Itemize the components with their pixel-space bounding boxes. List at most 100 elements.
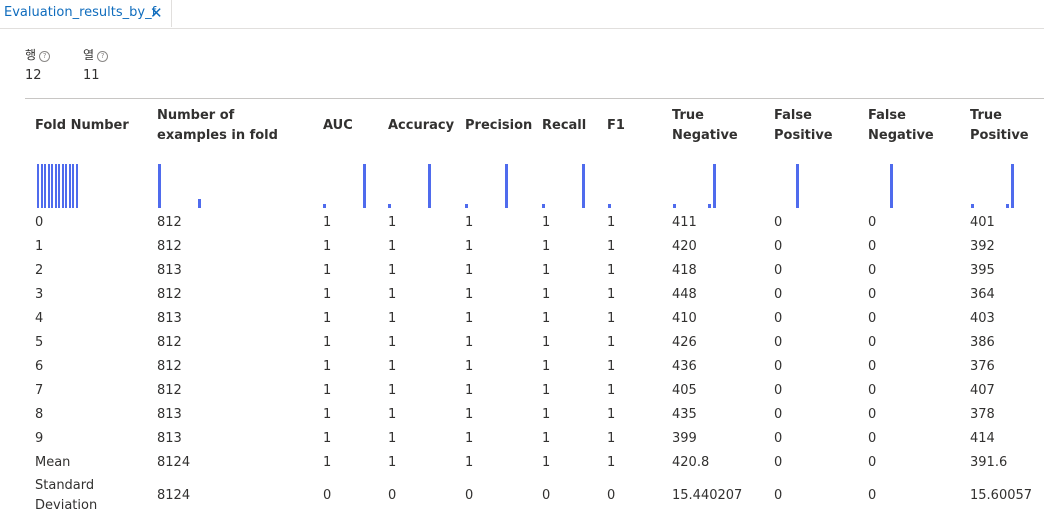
table-cell: 812: [157, 287, 182, 302]
table-cell: 1: [323, 311, 332, 326]
table-cell: 8124: [157, 488, 191, 503]
row-label: 2: [35, 263, 44, 278]
table-cell: 1: [388, 431, 397, 446]
column-header-auc[interactable]: AUC: [323, 116, 383, 136]
table-cell: 1: [323, 287, 332, 302]
column-header-fp[interactable]: False Positive: [774, 106, 844, 146]
table-cell: 0: [774, 263, 783, 278]
table-cell: 1: [388, 311, 397, 326]
row-label: 0: [35, 215, 44, 230]
table-cell: 0: [774, 311, 783, 326]
column-header-acc[interactable]: Accuracy: [388, 116, 458, 136]
table-cell: 0: [774, 383, 783, 398]
table-cell: 1: [607, 263, 616, 278]
table-cell: 414: [970, 431, 995, 446]
column-header-rec[interactable]: Recall: [542, 116, 602, 136]
table-cell: 1: [465, 311, 474, 326]
histogram-bar: [1006, 204, 1009, 208]
histogram-bar: [971, 204, 974, 208]
column-header-prec[interactable]: Precision: [465, 116, 535, 136]
histogram-bar: [51, 164, 53, 208]
histogram-bar: [505, 164, 508, 208]
table-cell: 399: [672, 431, 697, 446]
histogram-bar: [708, 204, 711, 208]
table-cell: 448: [672, 287, 697, 302]
table-cell: 0: [542, 488, 551, 503]
row-label: 4: [35, 311, 44, 326]
table-cell: 0: [774, 287, 783, 302]
table-cell: 1: [388, 407, 397, 422]
histogram-bar: [713, 164, 716, 208]
histogram-bar: [673, 204, 676, 208]
column-header-tn[interactable]: True Negative: [672, 106, 742, 146]
table-cell: 1: [465, 407, 474, 422]
table-cell: 436: [672, 359, 697, 374]
histogram-bar: [58, 164, 60, 208]
table-cell: 1: [465, 359, 474, 374]
table-cell: 1: [323, 407, 332, 422]
table-cell: 0: [868, 287, 877, 302]
table-cell: 0: [868, 488, 877, 503]
table-cell: 813: [157, 431, 182, 446]
column-header-tp[interactable]: True Positive: [970, 106, 1040, 146]
table-cell: 1: [542, 215, 551, 230]
table-cell: 1: [388, 263, 397, 278]
table-cell: 1: [607, 359, 616, 374]
table-cell: 435: [672, 407, 697, 422]
table-cell: 812: [157, 335, 182, 350]
table-cell: 418: [672, 263, 697, 278]
table-cell: 1: [465, 287, 474, 302]
table-cell: 395: [970, 263, 995, 278]
histogram-bar: [44, 164, 46, 208]
table-cell: 0: [868, 263, 877, 278]
row-label: Standard Deviation: [35, 478, 98, 513]
histogram-bar: [61, 164, 64, 208]
table-cell: 407: [970, 383, 995, 398]
row-label: 5: [35, 335, 44, 350]
column-header-fold[interactable]: Fold Number: [35, 116, 145, 136]
histogram-bar: [72, 164, 74, 208]
tab-evaluation-results[interactable]: Evaluation_results_by_f ✕: [0, 0, 172, 27]
table-cell: 1: [542, 263, 551, 278]
table-cell: 1: [388, 287, 397, 302]
table-cell: 1: [607, 383, 616, 398]
histogram-bar: [1011, 164, 1014, 208]
table-cell: 0: [868, 431, 877, 446]
close-icon[interactable]: ✕: [150, 4, 163, 22]
table-cell: 392: [970, 239, 995, 254]
table-cell: 401: [970, 215, 995, 230]
histogram-bar: [40, 164, 43, 208]
help-circle-icon[interactable]: ?: [39, 51, 51, 62]
column-header-n[interactable]: Number of examples in fold: [157, 106, 307, 146]
table-cell: 378: [970, 407, 995, 422]
table-cell: 1: [542, 311, 551, 326]
histogram-bar: [47, 164, 50, 208]
histogram-bar: [465, 204, 468, 208]
table-cell: 1: [465, 335, 474, 350]
table-cell: 0: [465, 488, 474, 503]
column-header-f1[interactable]: F1: [607, 116, 657, 136]
column-header-fn[interactable]: False Negative: [868, 106, 938, 146]
table-cell: 8124: [157, 455, 191, 470]
table-cell: 1: [542, 335, 551, 350]
tab-bar: Evaluation_results_by_f ✕: [0, 0, 1044, 29]
table-cell: 0: [868, 359, 877, 374]
table-cell: 813: [157, 311, 182, 326]
table-cell: 1: [323, 215, 332, 230]
table-cell: 1: [388, 239, 397, 254]
table-cell: 1: [542, 407, 551, 422]
table-cell: 1: [388, 455, 397, 470]
columns-label: 열: [83, 48, 95, 62]
table-cell: 1: [323, 383, 332, 398]
table-cell: 0: [323, 488, 332, 503]
table-cell: 411: [672, 215, 697, 230]
table-cell: 813: [157, 407, 182, 422]
table-cell: 386: [970, 335, 995, 350]
table-cell: 1: [542, 287, 551, 302]
table-cell: 0: [388, 488, 397, 503]
row-label: 3: [35, 287, 44, 302]
histogram-bar: [428, 164, 431, 208]
tab-title[interactable]: Evaluation_results_by_f: [4, 5, 156, 20]
help-circle-icon[interactable]: ?: [97, 51, 109, 62]
table-cell: 405: [672, 383, 697, 398]
